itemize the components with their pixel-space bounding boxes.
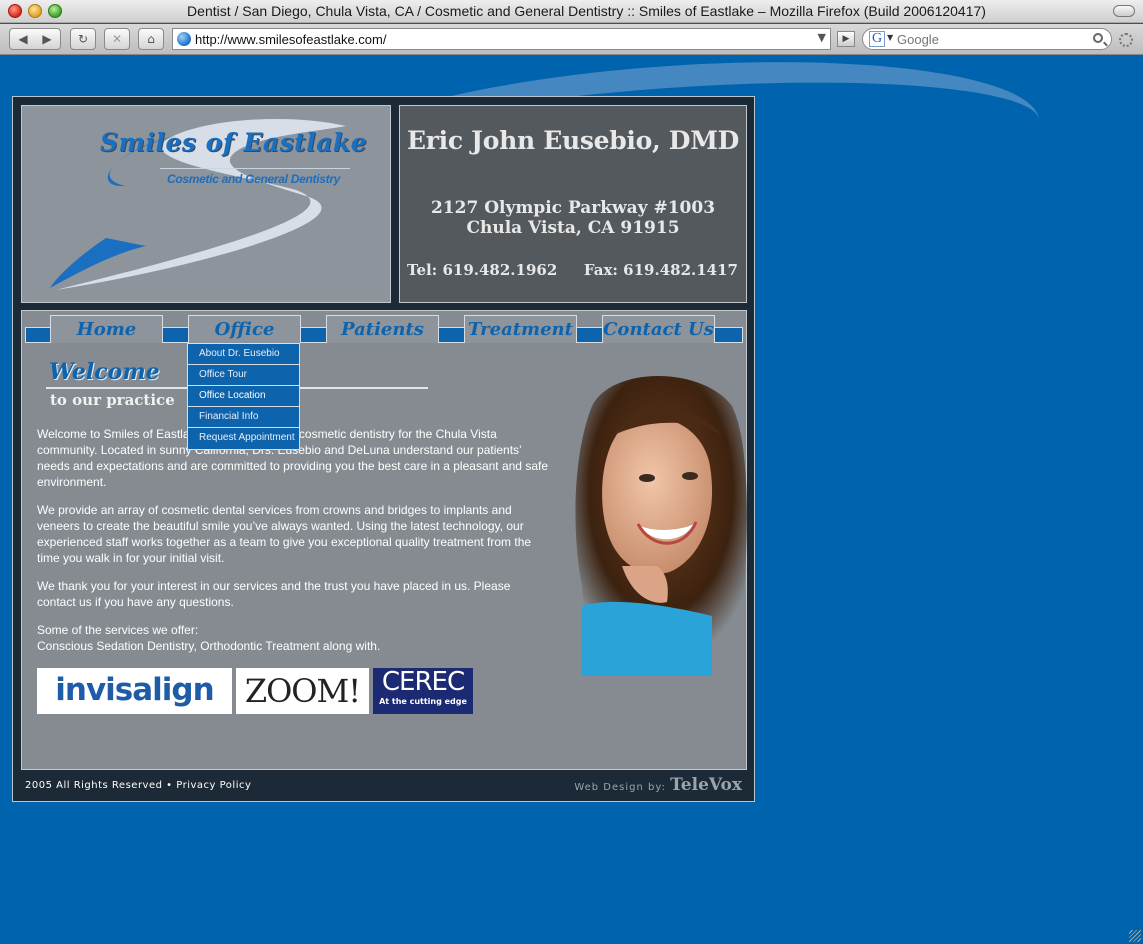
window-titlebar: Dentist / San Diego, Chula Vista, CA / C… [0,0,1143,23]
window-title: Dentist / San Diego, Chula Vista, CA / C… [187,3,986,19]
menu-item-office-location[interactable]: Office Location [188,386,299,407]
nav-tab-treatment[interactable]: Treatment [464,315,577,343]
forward-icon[interactable]: ▶ [35,29,59,49]
contact-info-panel: Eric John Eusebio, DMD 2127 Olympic Park… [399,105,747,303]
services-intro: Some of the services we offer: [37,623,199,637]
nav-tab-patients[interactable]: Patients [326,315,439,343]
toolbar-toggle-button[interactable] [1113,5,1135,17]
footer-credit: Web Design by: TeleVox [574,775,742,795]
logo-subtitle: Cosmetic and General Dentistry [167,172,341,186]
footer-separator: • [166,780,173,791]
zoom-badge[interactable]: ZOOM! [236,668,369,714]
search-icon[interactable] [1093,33,1103,43]
loading-throbber-icon [1119,33,1133,47]
televox-link[interactable]: TeleVox [670,775,742,795]
menu-item-about-dr-eusebio[interactable]: About Dr. Eusebio [188,344,299,365]
browser-toolbar: ◀ ▶ ↻ ✕ ⌂ http://www.smilesofeastlake.com… [0,24,1143,55]
main-content-panel: Home Office Patients Treatment Contact U… [21,310,747,770]
reload-icon[interactable]: ↻ [70,28,96,50]
search-bar: G ▼ [862,28,1112,50]
nav-tab-office[interactable]: Office [188,315,301,343]
minimize-window-icon[interactable] [28,4,42,18]
back-icon[interactable]: ◀ [11,29,35,49]
services-paragraph: We provide an array of cosmetic dental s… [37,503,532,565]
logo-title: Smiles of Eastlake [100,128,368,157]
fax: Fax: 619.482.1417 [583,261,738,279]
close-window-icon[interactable] [8,4,22,18]
footer-left: 2005 All Rights Reserved • Privacy Polic… [25,780,251,791]
logo-divider [160,168,350,169]
logo-panel: Smiles of Eastlake Cosmetic and General … [21,105,391,303]
invisalign-badge[interactable]: invisalign [37,668,232,714]
web-design-label: Web Design by: [574,782,666,793]
go-button[interactable]: ▶ [837,31,855,47]
menu-item-request-appointment[interactable]: Request Appointment [188,428,299,449]
url-bar[interactable]: http://www.smilesofeastlake.com/ ▼ [172,28,831,50]
smiling-woman-photo [575,376,747,676]
welcome-subtitle: to our practice [50,391,175,409]
search-engine-icon[interactable]: G [869,31,885,47]
thanks-paragraph: We thank you for your interest in our se… [37,579,511,609]
nav-tab-home[interactable]: Home [50,315,163,343]
search-engine-dropdown-icon[interactable]: ▼ [887,33,893,42]
site-container: Smiles of Eastlake Cosmetic and General … [12,96,755,802]
url-history-dropdown-icon[interactable]: ▼ [818,31,826,44]
zoom-window-icon[interactable] [48,4,62,18]
nav-tab-contact-us[interactable]: Contact Us [602,315,715,343]
privacy-policy-link[interactable]: Privacy Policy [176,780,251,791]
back-forward-group: ◀ ▶ [9,28,61,50]
doctor-name: Eric John Eusebio, DMD [407,126,739,155]
cerec-badge[interactable]: CEREC At the cutting edge [373,668,473,714]
url-text[interactable]: http://www.smilesofeastlake.com/ [195,32,386,47]
office-dropdown-menu: About Dr. Eusebio Office Tour Office Loc… [187,343,300,450]
cerec-badge-tagline: At the cutting edge [379,697,467,706]
telephone: Tel: 619.482.1962 [407,261,558,279]
cerec-badge-title: CEREC [381,667,465,697]
window-resize-grip-icon[interactable] [1129,930,1141,942]
address-line-2: Chula Vista, CA 91915 [466,218,680,238]
welcome-body: Welcome to Smiles of Eastlake, providing… [37,426,549,666]
menu-item-financial-info[interactable]: Financial Info [188,407,299,428]
welcome-title: Welcome [49,359,160,385]
services-list: Conscious Sedation Dentistry, Orthodonti… [37,639,381,653]
site-favicon-icon [177,32,191,46]
search-input[interactable] [897,31,1087,47]
stop-icon[interactable]: ✕ [104,28,130,50]
address-line-1: 2127 Olympic Parkway #1003 [430,198,716,218]
home-icon[interactable]: ⌂ [138,28,164,50]
menu-item-office-tour[interactable]: Office Tour [188,365,299,386]
copyright-text: 2005 All Rights Reserved [25,780,163,791]
